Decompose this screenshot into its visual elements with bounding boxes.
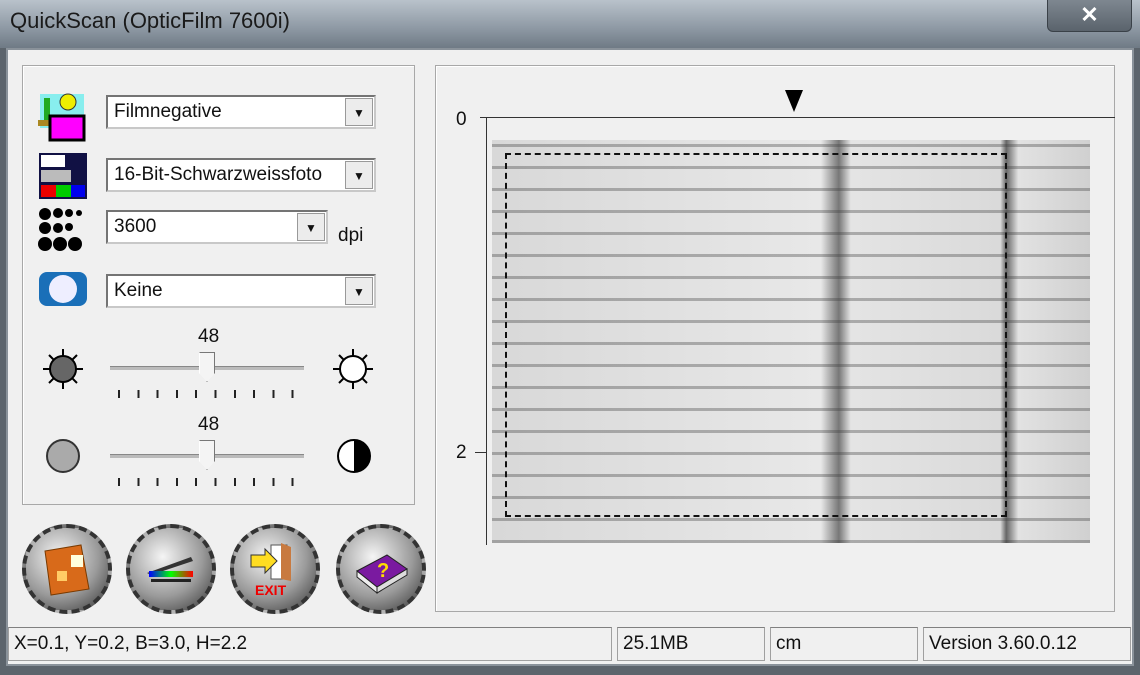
exit-label: EXIT (255, 582, 287, 598)
exit-button[interactable]: EXIT (230, 524, 320, 614)
folder-icon (44, 544, 90, 596)
exit-door-icon: EXIT (250, 543, 291, 598)
help-book-icon: ? (356, 554, 408, 595)
ruler-tick (475, 452, 487, 453)
selection-frame[interactable] (505, 153, 1007, 517)
source-value: Filmnegative (114, 101, 222, 122)
chevron-down-icon[interactable]: ▼ (345, 277, 373, 305)
ruler-marker-icon[interactable] (785, 90, 803, 112)
resolution-dots-icon (38, 208, 82, 251)
ruler-label: 2 (456, 442, 467, 463)
contrast-ticks (118, 478, 298, 486)
contrast-high-icon (337, 439, 371, 473)
color-mode-select[interactable]: 16-Bit-Schwarzweissfoto ▼ (106, 158, 376, 192)
close-button[interactable]: ✕ (1047, 0, 1132, 32)
brightness-high-icon (333, 349, 373, 389)
status-version: Version 3.60.0.12 (923, 627, 1131, 661)
status-selection: X=0.1, Y=0.2, B=3.0, H=2.2 (8, 627, 612, 661)
prescan-button[interactable] (126, 524, 216, 614)
contrast-low-icon (46, 439, 80, 473)
window-title: QuickScan (OpticFilm 7600i) (10, 8, 290, 33)
dpi-label: dpi (338, 225, 364, 246)
resolution-select[interactable]: 3600 ▼ (106, 210, 328, 244)
chevron-down-icon[interactable]: ▼ (345, 98, 373, 126)
filter-value: Keine (114, 280, 163, 301)
scanner-icon (147, 557, 193, 582)
scan-to-file-button[interactable] (22, 524, 112, 614)
status-unit: cm (770, 627, 918, 661)
color-mode-icon (39, 153, 87, 199)
ruler-vertical (486, 117, 487, 545)
brightness-low-icon (43, 349, 83, 389)
source-select[interactable]: Filmnegative ▼ (106, 95, 376, 129)
brightness-ticks (118, 390, 298, 398)
status-size: 25.1MB (617, 627, 765, 661)
color-mode-value: 16-Bit-Schwarzweissfoto (114, 164, 323, 185)
ruler-label: 0 (456, 109, 467, 130)
filter-select[interactable]: Keine ▼ (106, 274, 376, 308)
chevron-down-icon[interactable]: ▼ (297, 213, 325, 241)
camera-lens-icon (39, 272, 87, 306)
chevron-down-icon[interactable]: ▼ (345, 161, 373, 189)
contrast-value: 48 (198, 414, 220, 435)
resolution-value: 3600 (114, 216, 157, 237)
film-negative-icon (38, 93, 86, 142)
help-label: ? (377, 560, 389, 582)
brightness-value: 48 (198, 326, 220, 347)
ruler-horizontal (480, 117, 1115, 118)
help-button[interactable]: ? (336, 524, 426, 614)
